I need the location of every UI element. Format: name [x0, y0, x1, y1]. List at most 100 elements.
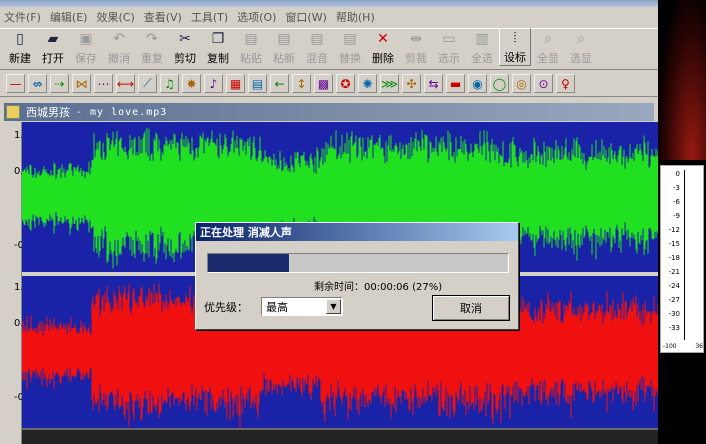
- toolbar-button[interactable]: ▥ 全选: [466, 28, 498, 66]
- effect-tool-icon[interactable]: ♫: [160, 74, 179, 93]
- effect-tool-icon[interactable]: ⋙: [380, 74, 399, 93]
- effect-tool-icon[interactable]: ▩: [314, 74, 333, 93]
- toolbar-button-label: 替换: [339, 52, 361, 65]
- save-icon: ▣: [79, 31, 93, 47]
- effect-tool-icon[interactable]: —: [6, 74, 25, 93]
- toolbar-button[interactable]: ▤ 混音: [301, 28, 333, 66]
- select-view-icon: ▭: [442, 31, 456, 47]
- menu-item[interactable]: 效果(C): [96, 9, 134, 25]
- effect-tool-icon[interactable]: ◎: [512, 74, 531, 93]
- effect-tool-icon[interactable]: ◯: [490, 74, 509, 93]
- file-name: - my love.mp3: [76, 106, 168, 118]
- toolbar-button[interactable]: ⦙ 设标: [499, 28, 531, 66]
- delete-icon: ✕: [377, 31, 389, 47]
- effect-tool-icon[interactable]: ▬: [446, 74, 465, 93]
- document-title-bar: 西城男孩 - my love.mp3: [4, 103, 654, 121]
- effect-tool-icon[interactable]: ✪: [336, 74, 355, 93]
- toolbar-button-label: 保存: [75, 52, 97, 65]
- meter-min-label: -100: [663, 343, 677, 350]
- effect-tool-icon[interactable]: ⟋: [138, 74, 157, 93]
- menu-item[interactable]: 窗口(W): [285, 9, 326, 25]
- effects-toolbar: — ⇎ ⇢ ⋈ ⋯ ⟷ ⟋ ♫ ✸ ♪ ▦ ▤ ← ↕ ▩ ✪ ✺ ⋙ ✣ ⇆ ▬ ◉ ◯ ◎ ⊙ ♀: [0, 71, 658, 97]
- meter-tick: -9: [673, 212, 680, 220]
- menu-bar: 文件(F) 编辑(E) 效果(C) 查看(V) 工具(T) 选项(O) 窗口(W) 帮助(H): [0, 7, 658, 27]
- paste-icon: ▤: [244, 31, 258, 47]
- effect-tool-icon[interactable]: ⟷: [116, 74, 135, 93]
- meter-tick: -30: [668, 310, 680, 318]
- effect-tool-icon[interactable]: ⇆: [424, 74, 443, 93]
- cancel-button[interactable]: 取消: [432, 295, 510, 321]
- effect-tool-icon[interactable]: ▦: [226, 74, 245, 93]
- effect-tool-icon[interactable]: ▤: [248, 74, 267, 93]
- toolbar-button-label: 打开: [42, 52, 64, 65]
- dialog-title: 正在处理 消减人声: [196, 223, 518, 241]
- redo-icon: ↷: [146, 31, 158, 47]
- zoom-all-icon: ⌕: [544, 31, 552, 47]
- menu-item[interactable]: 查看(V): [144, 9, 182, 25]
- effect-tool-icon[interactable]: ⇎: [28, 74, 47, 93]
- priority-select[interactable]: 最高 ▼: [261, 297, 343, 316]
- toolbar-button-label: 全显: [537, 52, 559, 65]
- effect-tool-icon[interactable]: ⋈: [72, 74, 91, 93]
- toolbar-button[interactable]: ▤ 粘新: [268, 28, 300, 66]
- effect-tool-icon[interactable]: ♪: [204, 74, 223, 93]
- select-all-icon: ▥: [475, 31, 489, 47]
- priority-label: 优先级：: [204, 301, 248, 314]
- toolbar-button[interactable]: ❐ 复制: [202, 28, 234, 66]
- toolbar-button[interactable]: ✕ 删除: [367, 28, 399, 66]
- toolbar-button[interactable]: ▭ 选示: [433, 28, 465, 66]
- toolbar-button-label: 设标: [504, 51, 526, 64]
- replace-icon: ▤: [343, 31, 357, 47]
- toolbar-button-label: 撤消: [108, 52, 130, 65]
- paste-new-icon: ▤: [277, 31, 291, 47]
- level-meter: 0 -3 -6 -9 -12 -15 -18 -21 -24 -27 -30 -33 -100 36: [660, 165, 704, 353]
- effect-tool-icon[interactable]: ✸: [182, 74, 201, 93]
- toolbar-button[interactable]: ↷ 重复: [136, 28, 168, 66]
- meter-footer: -100 36: [663, 343, 703, 350]
- open-folder-icon: ▰: [47, 31, 59, 47]
- menu-item[interactable]: 编辑(E): [50, 9, 88, 25]
- toolbar-button[interactable]: ▰ 打开: [37, 28, 69, 66]
- toolbar-button[interactable]: ⌕ 全显: [532, 28, 564, 66]
- meter-tick: -21: [668, 268, 680, 276]
- menu-item[interactable]: 工具(T): [191, 9, 228, 25]
- toolbar-button[interactable]: ▣ 保存: [70, 28, 102, 66]
- effect-tool-icon[interactable]: ✣: [402, 74, 421, 93]
- effect-tool-icon[interactable]: ✺: [358, 74, 377, 93]
- undo-icon: ↶: [113, 31, 125, 47]
- effect-tool-icon[interactable]: ⇢: [50, 74, 69, 93]
- effect-tool-icon[interactable]: ↕: [292, 74, 311, 93]
- toolbar-button-label: 粘新: [273, 52, 295, 65]
- toolbar-button-label: 选显: [570, 52, 592, 65]
- scissors-icon: ✂: [179, 31, 191, 47]
- effect-tool-icon[interactable]: ←: [270, 74, 289, 93]
- copy-icon: ❐: [211, 31, 225, 47]
- toolbar-button-label: 混音: [306, 52, 328, 65]
- remaining-time: 剩余时间：00:00:06 (27%): [314, 282, 443, 293]
- toolbar-button[interactable]: ▤ 替换: [334, 28, 366, 66]
- effect-tool-icon[interactable]: ⋯: [94, 74, 113, 93]
- track-name: 西城男孩: [26, 106, 70, 119]
- zoom-select-icon: ⌕: [577, 31, 585, 47]
- effect-tool-icon[interactable]: ◉: [468, 74, 487, 93]
- meter-tick: -6: [673, 198, 680, 206]
- level-meter-panel: 0 -3 -6 -9 -12 -15 -18 -21 -24 -27 -30 -33 -100 36: [658, 0, 706, 444]
- menu-item[interactable]: 文件(F): [4, 9, 41, 25]
- effect-tool-icon[interactable]: ⊙: [534, 74, 553, 93]
- toolbar-button[interactable]: ⇹ 剪裁: [400, 28, 432, 66]
- menu-item[interactable]: 选项(O): [237, 9, 276, 25]
- meter-tick: -12: [668, 226, 680, 234]
- chevron-down-icon[interactable]: ▼: [326, 299, 341, 314]
- menu-item[interactable]: 帮助(H): [336, 9, 375, 25]
- toolbar-button[interactable]: ↶ 撤消: [103, 28, 135, 66]
- toolbar-button[interactable]: ▤ 粘贴: [235, 28, 267, 66]
- timeline-ruler[interactable]: [22, 428, 686, 444]
- meter-tick: -18: [668, 254, 680, 262]
- toolbar-button[interactable]: ✂ 剪切: [169, 28, 201, 66]
- title-bar: [0, 0, 658, 7]
- meter-tick: -3: [673, 184, 680, 192]
- effect-tool-icon[interactable]: ♀: [556, 74, 575, 93]
- meter-tick: -15: [668, 240, 680, 248]
- toolbar-button[interactable]: ⌕ 选显: [565, 28, 597, 66]
- toolbar-button[interactable]: ▯ 新建: [4, 28, 36, 66]
